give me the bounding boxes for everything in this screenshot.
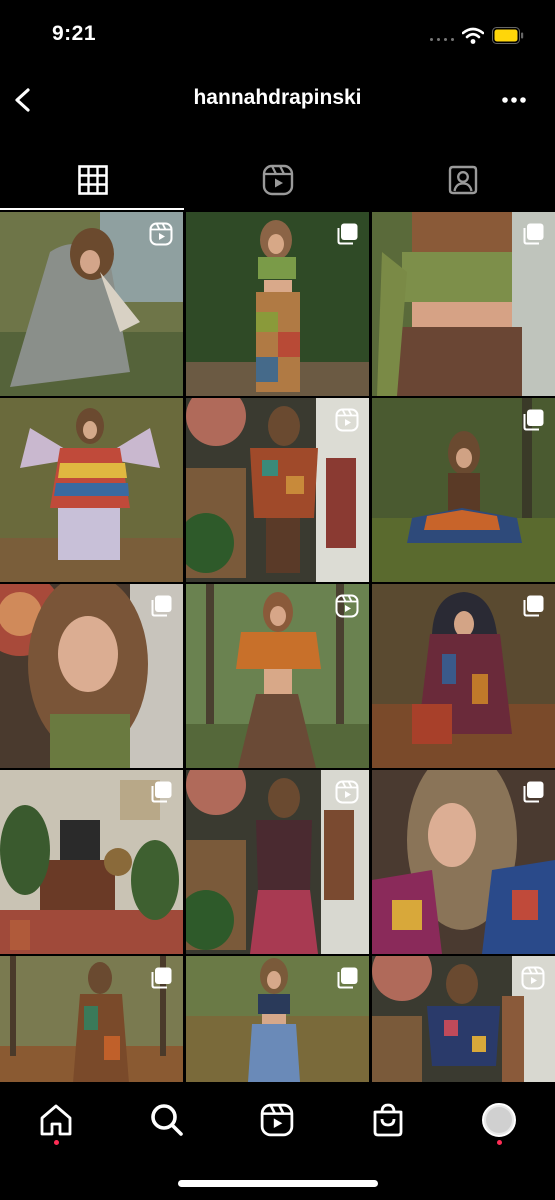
tab-reels[interactable]	[185, 150, 370, 210]
carousel-badge-icon	[337, 223, 358, 245]
post-tile[interactable]	[186, 770, 369, 954]
profile-tabs	[0, 150, 555, 212]
post-tile[interactable]	[0, 398, 183, 582]
nav-home[interactable]	[31, 1098, 81, 1142]
selected-tab-indicator	[0, 208, 184, 210]
post-tile[interactable]	[186, 584, 369, 768]
post-tile[interactable]	[0, 770, 183, 954]
post-image	[0, 398, 183, 582]
carousel-badge-icon	[151, 595, 172, 617]
post-tile[interactable]	[372, 770, 555, 954]
more-options-button[interactable]	[496, 86, 532, 114]
tagged-person-icon	[448, 165, 477, 195]
reel-badge-icon	[335, 408, 359, 432]
nav-search[interactable]	[142, 1098, 192, 1142]
carousel-badge-icon	[151, 967, 172, 989]
post-tile[interactable]	[372, 398, 555, 582]
tab-grid[interactable]	[0, 150, 185, 210]
post-tile[interactable]	[0, 956, 183, 1082]
search-icon	[151, 1104, 183, 1136]
reels-icon	[262, 164, 293, 196]
post-tile[interactable]	[186, 956, 369, 1082]
post-tile[interactable]	[372, 584, 555, 768]
shopping-bag-icon	[373, 1103, 403, 1137]
home-indicator	[178, 1180, 378, 1187]
post-tile[interactable]	[186, 212, 369, 396]
status-time: 9:21	[52, 22, 97, 45]
posts-grid	[0, 212, 555, 1082]
carousel-badge-icon	[151, 781, 172, 803]
reels-icon	[260, 1103, 294, 1137]
profile-notification-dot	[497, 1140, 502, 1145]
battery-icon	[492, 27, 524, 44]
nav-profile[interactable]	[474, 1098, 524, 1142]
reel-badge-icon	[335, 594, 359, 618]
reel-badge-icon	[521, 966, 545, 990]
more-horizontal-icon	[502, 97, 526, 103]
reel-badge-icon	[149, 222, 173, 246]
post-tile[interactable]	[0, 584, 183, 768]
cellular-signal-icon	[430, 38, 454, 41]
status-bar: 9:21	[0, 0, 555, 70]
carousel-badge-icon	[523, 781, 544, 803]
nav-shop[interactable]	[363, 1098, 413, 1142]
post-tile[interactable]	[372, 212, 555, 396]
wifi-icon	[462, 27, 484, 44]
reel-badge-icon	[335, 780, 359, 804]
post-tile[interactable]	[372, 956, 555, 1082]
home-icon	[40, 1104, 72, 1136]
profile-header: hannahdrapinski	[0, 70, 555, 130]
carousel-badge-icon	[523, 223, 544, 245]
post-tile[interactable]	[0, 212, 183, 396]
home-notification-dot	[54, 1140, 59, 1145]
tab-tagged[interactable]	[370, 150, 555, 210]
carousel-badge-icon	[523, 409, 544, 431]
nav-reels[interactable]	[252, 1098, 302, 1142]
post-tile[interactable]	[186, 398, 369, 582]
profile-username: hannahdrapinski	[193, 86, 362, 109]
carousel-badge-icon	[337, 967, 358, 989]
grid-icon	[77, 165, 108, 195]
carousel-badge-icon	[523, 595, 544, 617]
profile-avatar	[482, 1103, 516, 1137]
